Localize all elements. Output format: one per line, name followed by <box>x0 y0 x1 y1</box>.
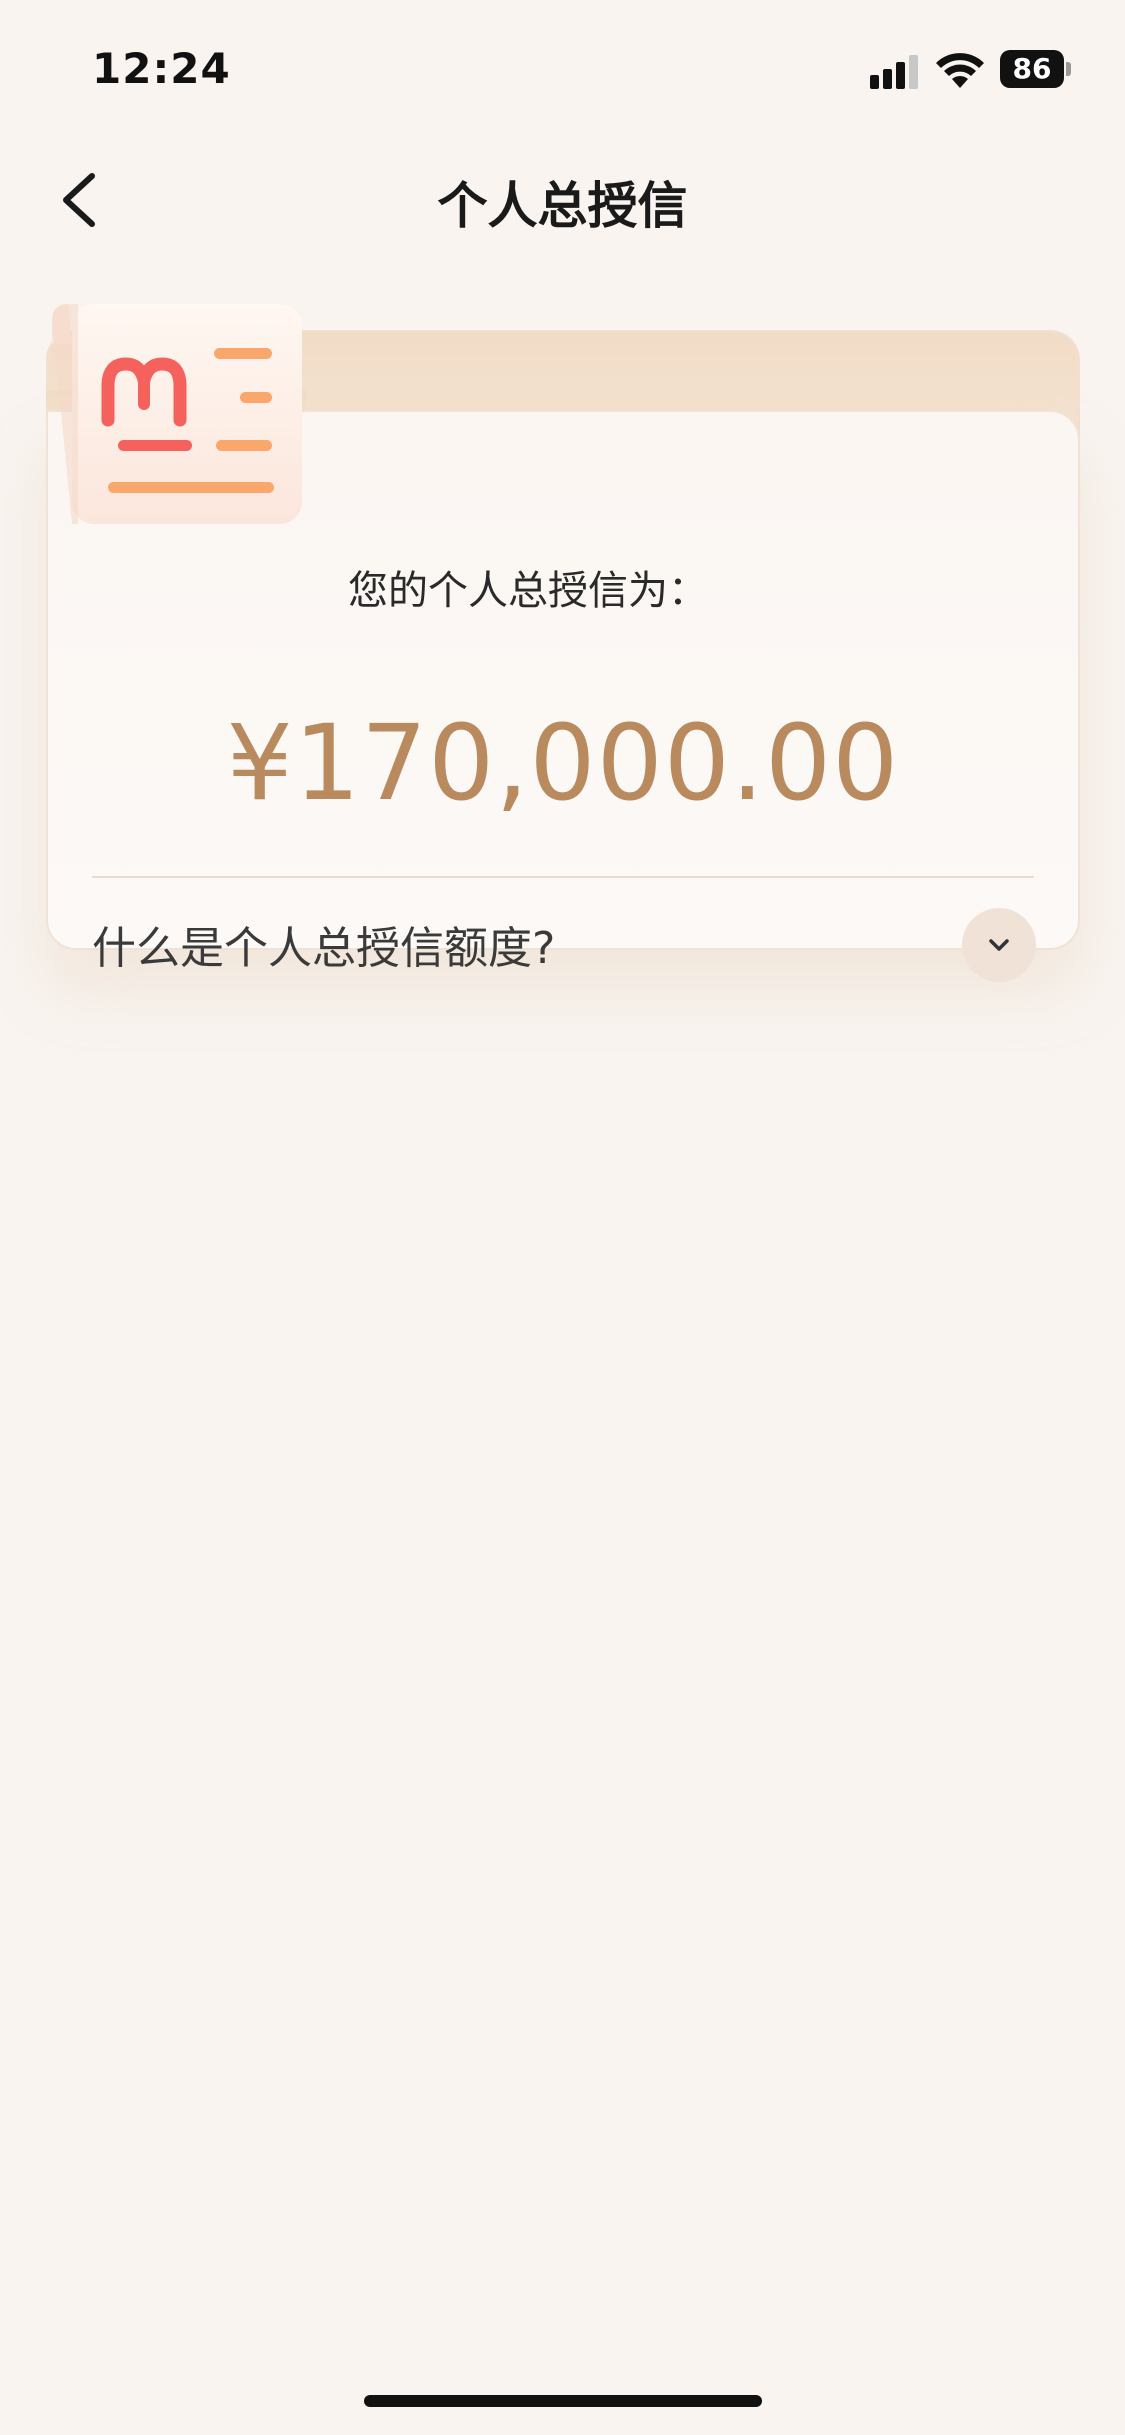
document-icon <box>52 304 302 524</box>
credit-subtitle: 您的个人总授信为： <box>348 568 708 614</box>
wifi-icon <box>936 53 984 88</box>
battery-indicator: 86 <box>1000 50 1072 88</box>
credit-amount: ¥170,000.00 <box>226 702 900 824</box>
credit-card-panel: 您的个人总授信为： ¥170,000.00 什么是个人总授信额度? <box>46 304 1080 982</box>
page-title: 个人总授信 <box>437 177 688 235</box>
status-bar: 12:24 86 <box>0 0 1125 140</box>
divider <box>92 876 1034 878</box>
battery-level: 86 <box>1000 50 1064 88</box>
home-indicator <box>364 2395 762 2407</box>
nav-bar: 个人总授信 <box>0 150 1125 250</box>
expand-button[interactable] <box>962 908 1036 982</box>
chevron-down-icon <box>989 939 1009 951</box>
faq-question[interactable]: 什么是个人总授信额度? <box>92 912 555 976</box>
status-time: 12:24 <box>92 44 231 93</box>
signal-icon <box>870 55 918 89</box>
battery-tip <box>1066 62 1071 76</box>
